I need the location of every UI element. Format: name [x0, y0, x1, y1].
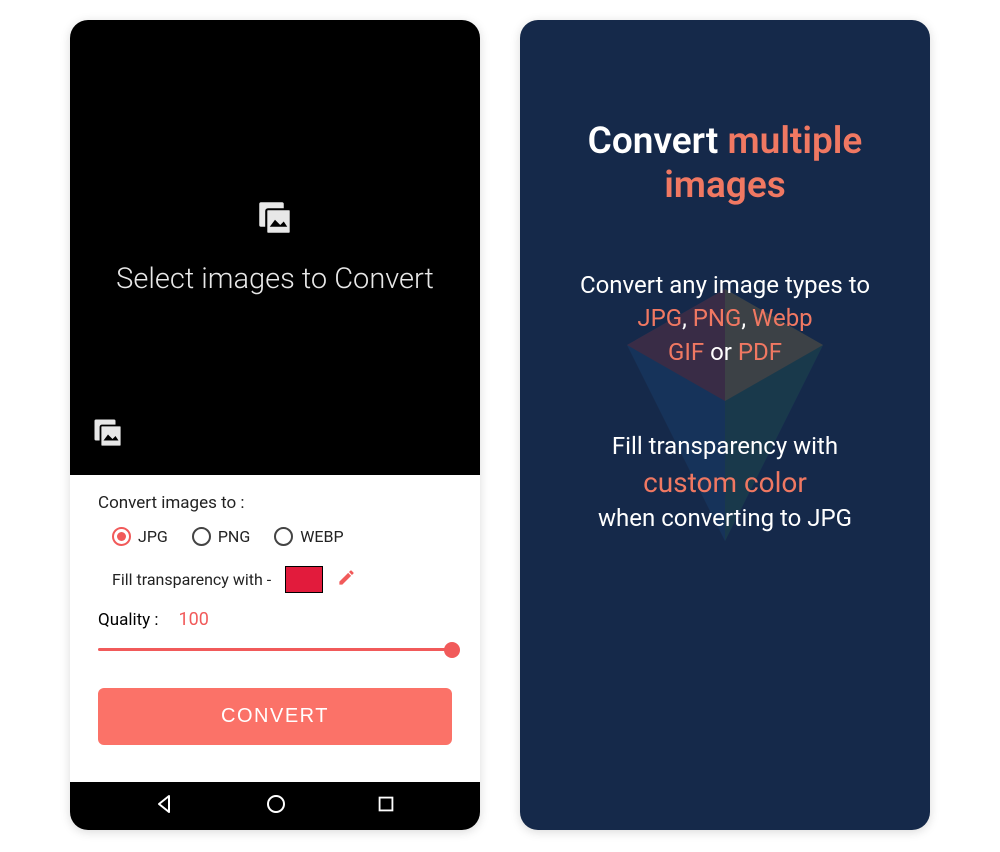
- app-screen: Select images to Convert Convert images …: [70, 20, 480, 830]
- radio-webp-label: WEBP: [300, 527, 343, 546]
- pencil-icon[interactable]: [337, 568, 356, 591]
- nav-home-icon[interactable]: [264, 792, 288, 820]
- radio-jpg-label: JPG: [138, 527, 168, 546]
- promo-formats: Convert any image types to JPG, PNG, Web…: [544, 269, 906, 370]
- radio-webp[interactable]: WEBP: [274, 527, 343, 546]
- image-dropzone[interactable]: Select images to Convert: [70, 20, 480, 475]
- promo-content: Convert multiple images Convert any imag…: [544, 120, 906, 536]
- quality-label: Quality :: [98, 610, 159, 630]
- format-radio-group: JPG PNG WEBP: [112, 527, 452, 546]
- slider-thumb[interactable]: [444, 642, 460, 658]
- images-stack-icon[interactable]: [90, 415, 126, 455]
- images-stack-icon: [254, 197, 296, 243]
- fill-transparency-row: Fill transparency with -: [112, 566, 452, 593]
- radio-png-label: PNG: [218, 527, 250, 546]
- controls-panel: Convert images to : JPG PNG WEBP Fill tr…: [70, 475, 480, 782]
- promo-headline: Convert multiple images: [544, 120, 906, 209]
- radio-button-icon: [112, 527, 131, 546]
- color-swatch[interactable]: [285, 566, 323, 593]
- dropzone-text: Select images to Convert: [116, 261, 434, 299]
- radio-jpg[interactable]: JPG: [112, 527, 168, 546]
- android-navbar: [70, 782, 480, 830]
- fill-transparency-label: Fill transparency with -: [112, 570, 271, 589]
- quality-slider[interactable]: [98, 638, 452, 666]
- nav-back-icon[interactable]: [153, 792, 177, 820]
- nav-recent-icon[interactable]: [375, 793, 397, 819]
- promo-screen: Convert multiple images Convert any imag…: [520, 20, 930, 830]
- radio-button-icon: [192, 527, 211, 546]
- slider-track: [98, 648, 452, 651]
- radio-button-icon: [274, 527, 293, 546]
- promo-tagline: Fill transparency with custom color when…: [544, 430, 906, 536]
- quality-row: Quality : 100: [98, 609, 452, 630]
- convert-button[interactable]: CONVERT: [98, 688, 452, 745]
- quality-value: 100: [179, 609, 209, 630]
- convert-to-label: Convert images to :: [98, 493, 452, 513]
- radio-png[interactable]: PNG: [192, 527, 250, 546]
